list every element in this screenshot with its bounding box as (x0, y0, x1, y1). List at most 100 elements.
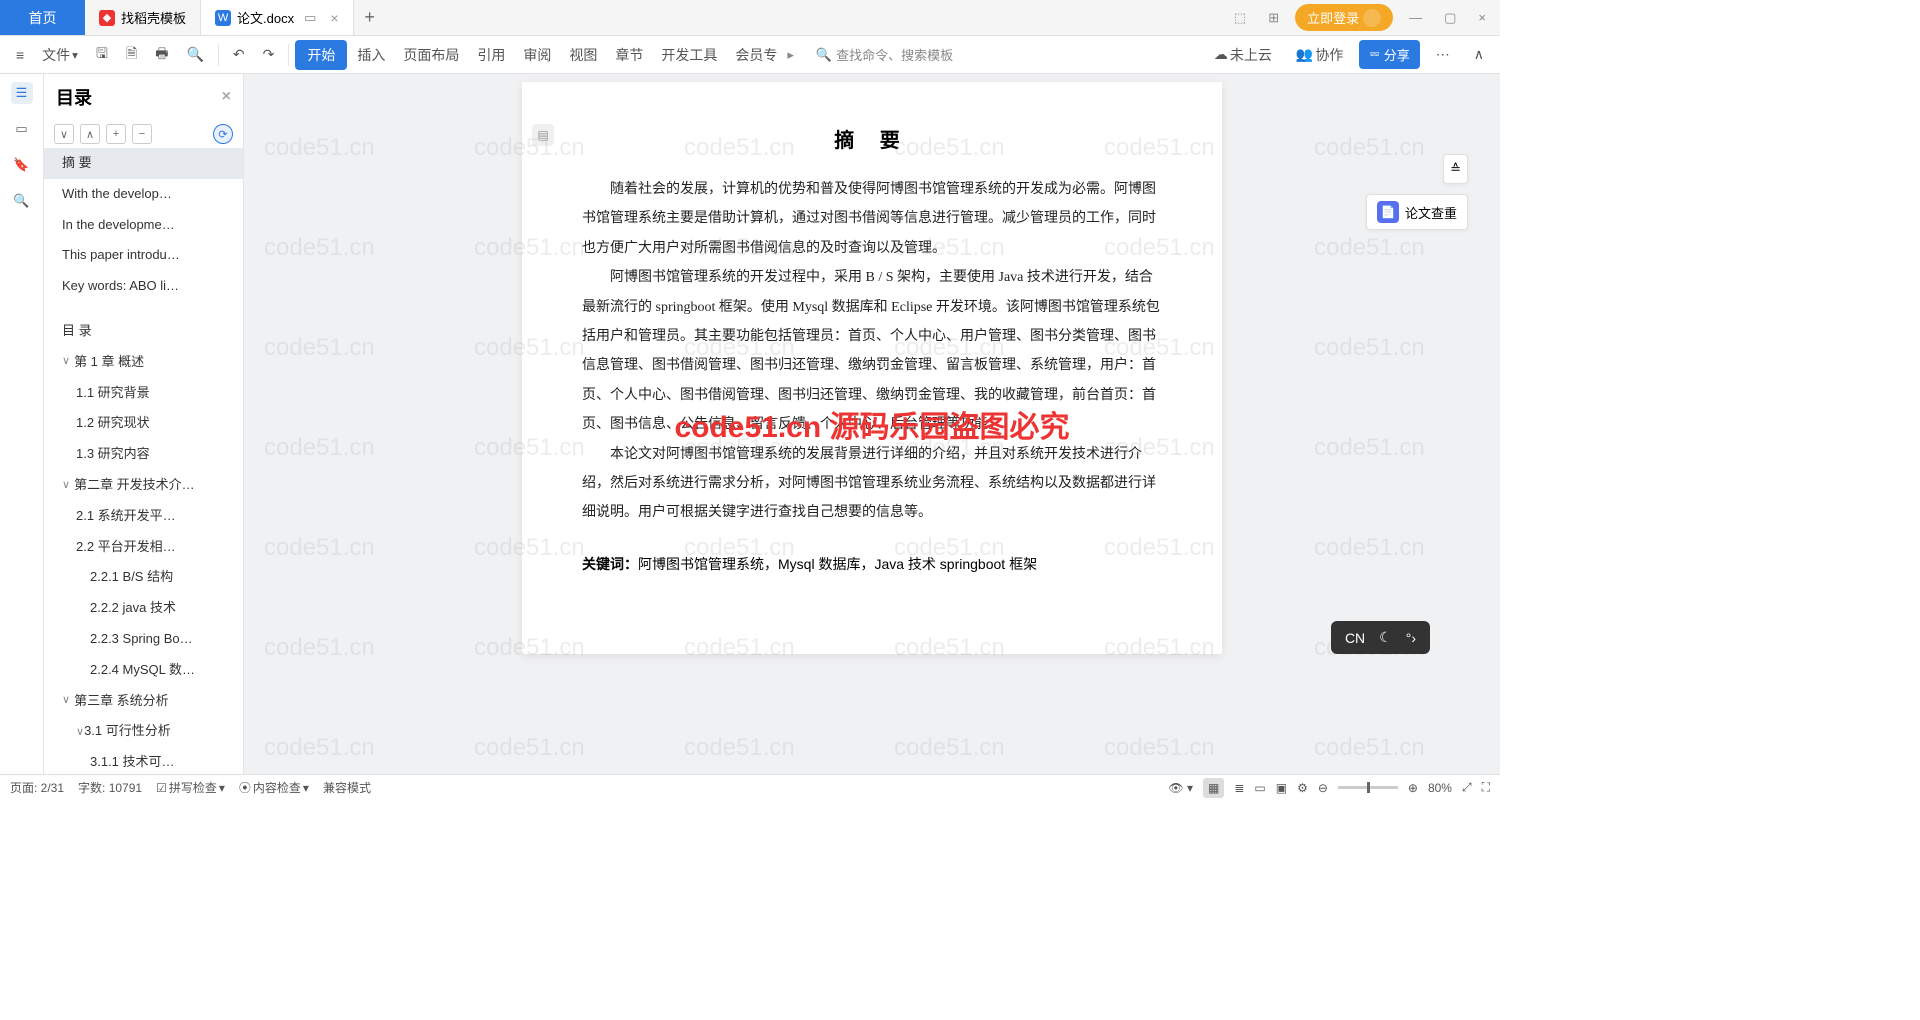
sidebar-title: 目录 (56, 84, 92, 110)
toc-item[interactable]: 2.2 平台开发相… (44, 532, 243, 563)
toc-item[interactable]: Key words: ABO li… (44, 271, 243, 302)
menu-member[interactable]: 会员专 (727, 39, 785, 71)
toc-item[interactable]: In the developme… (44, 210, 243, 241)
fullscreen-icon[interactable]: ⛶ (1482, 780, 1490, 795)
float-collapse-icon[interactable]: ≙ (1443, 154, 1468, 184)
toc-item[interactable]: 1.1 研究背景 (44, 378, 243, 409)
print-icon[interactable]: 🖶 (147, 37, 176, 73)
fit-page-icon[interactable]: ⤢ (1462, 780, 1472, 795)
menu-references[interactable]: 引用 (469, 39, 513, 71)
search-rail-icon[interactable]: 🔍 (11, 190, 33, 212)
toc-collapse-all[interactable]: ∨ (54, 124, 74, 144)
toc-item[interactable]: 1.2 研究现状 (44, 408, 243, 439)
status-page[interactable]: 页面: 2/31 (10, 779, 64, 796)
toc-item[interactable]: 2.2.3 Spring Bo… (44, 624, 243, 655)
maximize-button[interactable]: ▢ (1438, 6, 1462, 30)
sidebar-close-icon[interactable]: × (222, 88, 231, 106)
close-button[interactable]: × (1472, 6, 1492, 29)
menu-chapter[interactable]: 章节 (607, 39, 651, 71)
share-button[interactable]: ⮹ 分享 (1359, 40, 1419, 69)
add-tab-button[interactable]: + (354, 0, 386, 35)
toc-item[interactable]: 2.2.2 java 技术 (44, 593, 243, 624)
minimize-button[interactable]: — (1403, 6, 1428, 29)
paper-check-button[interactable]: 📄 论文查重 (1366, 194, 1468, 230)
keywords-line: 关键词：阿博图书馆管理系统，Mysql 数据库，Java 技术 springbo… (582, 554, 1162, 574)
tab-templates[interactable]: ◆ 找稻壳模板 (85, 0, 201, 35)
status-eye-icon[interactable]: 👁 ▾ (1168, 781, 1193, 795)
toc-item[interactable]: 2.1 系统开发平… (44, 501, 243, 532)
slides-rail-icon[interactable]: ▭ (11, 118, 33, 140)
doc-paragraph: 随着社会的发展，计算机的优势和普及使得阿博图书馆管理系统的开发成为必需。阿博图书… (582, 175, 1162, 263)
undo-icon[interactable]: ↶ (225, 40, 253, 69)
tab-label: 论文.docx (237, 8, 294, 27)
tab-close-icon[interactable]: × (330, 10, 338, 26)
toc-expand-all[interactable]: ∧ (80, 124, 100, 144)
status-words[interactable]: 字数: 10791 (78, 779, 142, 796)
menu-layout[interactable]: 页面布局 (395, 39, 467, 71)
redo-icon[interactable]: ↷ (255, 40, 283, 69)
tab-document[interactable]: W 论文.docx ▭ × (201, 0, 354, 35)
menu-view[interactable]: 视图 (561, 39, 605, 71)
layout-icon[interactable]: ⬚ (1228, 6, 1252, 30)
toc-item[interactable]: 3.1.1 技术可… (44, 747, 243, 774)
menu-insert[interactable]: 插入 (349, 39, 393, 71)
save-icon[interactable]: 🖫 (88, 37, 116, 73)
word-icon: W (215, 10, 231, 26)
view-outline-icon[interactable]: ≣ (1234, 781, 1244, 795)
toc-add[interactable]: + (106, 124, 126, 144)
toc-item[interactable]: ∨3.1 可行性分析 (44, 716, 243, 747)
status-spellcheck[interactable]: ☑ 拼写检查 ▾ (156, 779, 225, 796)
view-page-icon[interactable]: ▦ (1203, 778, 1224, 798)
toc-item[interactable]: 1.3 研究内容 (44, 439, 243, 470)
status-compat: 兼容模式 (323, 779, 371, 796)
toc-item[interactable]: 目 录 (44, 316, 243, 347)
login-button[interactable]: 立即登录 (1295, 4, 1393, 31)
cloud-status[interactable]: ☁ 未上云 (1206, 39, 1280, 71)
toc-item[interactable]: 2.2.4 MySQL 数… (44, 655, 243, 686)
collapse-ribbon-icon[interactable]: ⋯ (1428, 40, 1458, 69)
toc-item[interactable]: With the develop… (44, 179, 243, 210)
login-label: 立即登录 (1307, 8, 1359, 27)
zoom-value[interactable]: 80% (1428, 781, 1452, 795)
toc-item[interactable]: ∨第三章 系统分析 (44, 686, 243, 717)
bookmark-rail-icon[interactable]: 🔖 (11, 154, 33, 176)
save-as-icon[interactable]: 🗎 (118, 37, 145, 73)
home-tab[interactable]: 首页 (0, 0, 85, 35)
toc-item[interactable]: ∨第 1 章 概述 (44, 347, 243, 378)
expand-ribbon-icon[interactable]: ∧ (1466, 40, 1492, 69)
settings-icon[interactable]: ⚙ (1297, 781, 1308, 795)
command-search[interactable]: 🔍 查找命令、搜索模板 (816, 45, 996, 64)
tab-label: 找稻壳模板 (121, 8, 186, 27)
ime-bar[interactable]: CN ☾ °› (1331, 621, 1430, 654)
document-page[interactable]: ▤ 摘 要 随着社会的发展，计算机的优势和普及使得阿博图书馆管理系统的开发成为必… (522, 82, 1222, 654)
apps-icon[interactable]: ⊞ (1262, 6, 1285, 30)
toc-item[interactable]: ∨第二章 开发技术介… (44, 470, 243, 501)
avatar-icon (1363, 9, 1381, 27)
doc-paragraph: 阿博图书馆管理系统的开发过程中，采用 B / S 架构，主要使用 Java 技术… (582, 263, 1162, 439)
toc-item[interactable]: 摘 要 (44, 148, 243, 179)
view-read-icon[interactable]: ▣ (1276, 781, 1287, 795)
toc-remove[interactable]: − (132, 124, 152, 144)
preview-icon[interactable]: 🔍 (178, 40, 211, 69)
menu-devtools[interactable]: 开发工具 (653, 39, 725, 71)
toc-sync-icon[interactable]: ⟳ (213, 124, 233, 144)
toc-item[interactable]: This paper introdu… (44, 240, 243, 271)
tab-window-icon[interactable]: ▭ (304, 10, 316, 26)
hamburger-icon[interactable]: ≡ (8, 41, 32, 69)
menu-overflow-icon[interactable]: ▸ (787, 47, 794, 63)
ime-expand-icon[interactable]: °› (1406, 630, 1416, 646)
menu-review[interactable]: 审阅 (515, 39, 559, 71)
coop-button[interactable]: 👥 协作 (1288, 39, 1351, 71)
zoom-slider[interactable] (1338, 786, 1398, 789)
status-contentcheck[interactable]: ⦿ 内容检查 ▾ (239, 779, 309, 796)
zoom-in-button[interactable]: ⊕ (1408, 781, 1418, 795)
file-menu[interactable]: 文件 ▾ (34, 39, 86, 71)
page-margin-icon[interactable]: ▤ (532, 124, 554, 146)
menu-start[interactable]: 开始 (295, 40, 347, 70)
outline-rail-icon[interactable]: ☰ (11, 82, 33, 104)
ime-moon-icon[interactable]: ☾ (1379, 629, 1392, 646)
toc-item[interactable]: 2.2.1 B/S 结构 (44, 562, 243, 593)
doc-paragraph: 本论文对阿博图书馆管理系统的发展背景进行详细的介绍，并且对系统开发技术进行介绍，… (582, 440, 1162, 528)
zoom-out-button[interactable]: ⊖ (1318, 781, 1328, 795)
view-web-icon[interactable]: ▭ (1254, 781, 1265, 795)
